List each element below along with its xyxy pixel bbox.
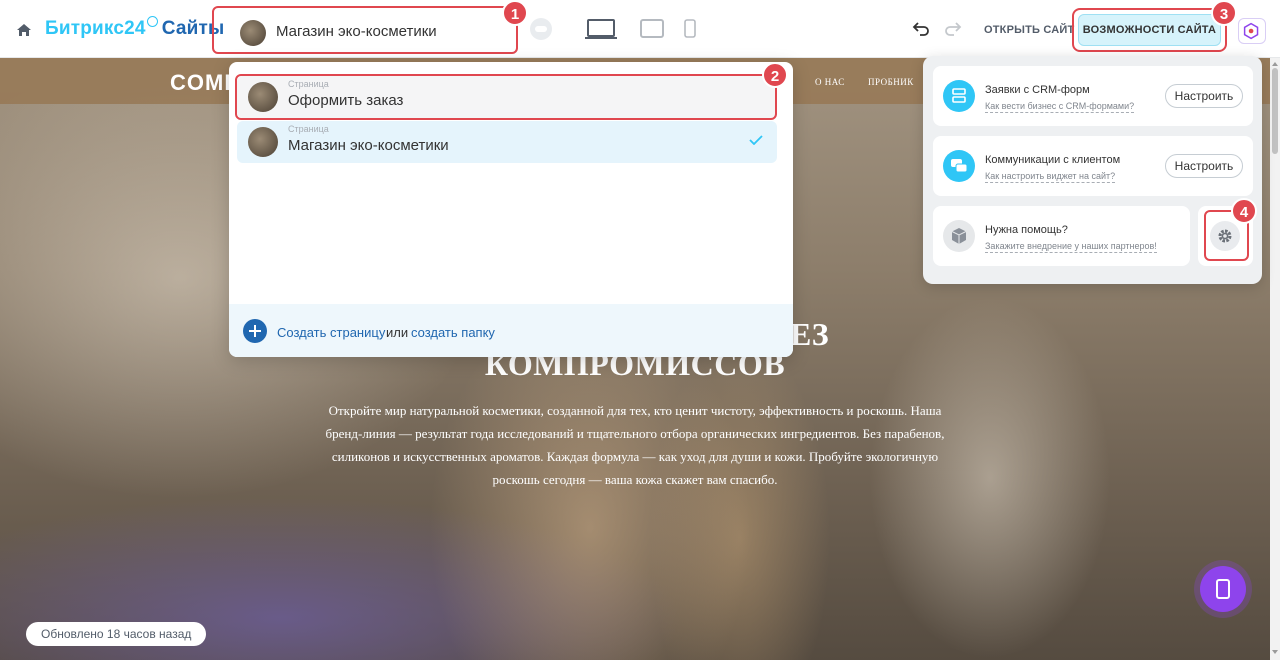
hero-description: Откройте мир натуральной косметики, созд… — [325, 403, 945, 487]
feature-help-link[interactable]: Закажите внедрение у наших партнеров! — [985, 241, 1157, 253]
feature-card-help[interactable]: Нужна помощь? Закажите внедрение у наших… — [933, 206, 1190, 266]
callout-marker-4: 4 — [1231, 198, 1257, 224]
top-toolbar: Битрикс24 Сайты Магазин эко-косметики ОТК… — [0, 0, 1280, 58]
ai-icon — [1243, 22, 1259, 40]
feature-card-crm-forms: Заявки с CRM-форм Как вести бизнес с CRM… — [933, 66, 1253, 126]
features-highlight: ВОЗМОЖНОСТИ САЙТА — [1072, 8, 1227, 52]
pages-dropdown: Страница Оформить заказ Страница Магазин… — [229, 62, 793, 357]
crm-form-icon — [943, 80, 975, 112]
plus-icon[interactable] — [243, 319, 267, 343]
chat-icon — [943, 150, 975, 182]
create-page-link[interactable]: Создать страницу — [277, 325, 385, 340]
scrollbar[interactable] — [1270, 58, 1280, 660]
undo-icon[interactable] — [912, 21, 930, 37]
site-name: Магазин эко-косметики — [276, 23, 437, 40]
open-site-link[interactable]: ОТКРЫТЬ САЙТ — [984, 24, 1074, 36]
scroll-down-arrow[interactable] — [1272, 650, 1278, 654]
scroll-up-arrow[interactable] — [1272, 62, 1278, 66]
logo-b24-text: Битрикс24 — [45, 18, 146, 39]
site-nav-about[interactable]: О НАС — [815, 77, 845, 87]
check-icon — [749, 135, 763, 145]
logo-clock-icon — [146, 16, 158, 27]
page-item-shop[interactable]: Страница Магазин эко-косметики — [237, 121, 777, 163]
page-kind: Страница — [288, 124, 329, 134]
cloud-icon[interactable] — [530, 18, 552, 40]
or-text: или — [386, 325, 409, 340]
updated-status: Обновлено 18 часов назад — [26, 622, 207, 646]
feature-title: Нужна помощь? — [985, 224, 1068, 236]
tablet-icon[interactable] — [640, 19, 664, 38]
desktop-icon[interactable] — [585, 19, 617, 40]
feature-title: Коммуникации с клиентом — [985, 154, 1121, 166]
callout-marker-2: 2 — [762, 62, 788, 88]
configure-button[interactable]: Настроить — [1165, 84, 1243, 108]
box-icon — [943, 220, 975, 252]
callout-marker-1: 1 — [502, 0, 528, 26]
phone-icon — [1216, 579, 1230, 599]
feature-help-link[interactable]: Как вести бизнес с CRM-формами? — [985, 101, 1135, 113]
create-folder-link[interactable]: создать папку — [411, 325, 495, 340]
feature-card-communications: Коммуникации с клиентом Как настроить ви… — [933, 136, 1253, 196]
bitrix24-sites-logo[interactable]: Битрикс24 Сайты — [45, 16, 224, 40]
page-title: Магазин эко-косметики — [288, 137, 449, 154]
redo-icon[interactable] — [944, 21, 962, 37]
home-icon[interactable] — [16, 22, 32, 38]
site-features-panel: Заявки с CRM-форм Как вести бизнес с CRM… — [923, 56, 1262, 284]
mobile-icon[interactable] — [684, 19, 696, 38]
site-nav-sample[interactable]: ПРОБНИК — [868, 77, 914, 87]
site-selector[interactable]: Магазин эко-косметики — [212, 6, 518, 54]
site-thumbnail — [240, 20, 266, 46]
ai-assistant-button[interactable] — [1238, 18, 1266, 44]
scrollbar-thumb[interactable] — [1272, 68, 1278, 154]
feature-title: Заявки с CRM-форм — [985, 84, 1090, 96]
site-features-button[interactable]: ВОЗМОЖНОСТИ САЙТА — [1078, 14, 1221, 46]
page-thumbnail — [248, 127, 278, 157]
mobile-preview-button[interactable] — [1200, 566, 1246, 612]
create-footer: Создать страницу или создать папку — [229, 304, 793, 357]
configure-button[interactable]: Настроить — [1165, 154, 1243, 178]
page-item-highlight — [235, 74, 777, 120]
callout-marker-3: 3 — [1211, 0, 1237, 26]
feature-help-link[interactable]: Как настроить виджет на сайт? — [985, 171, 1116, 183]
